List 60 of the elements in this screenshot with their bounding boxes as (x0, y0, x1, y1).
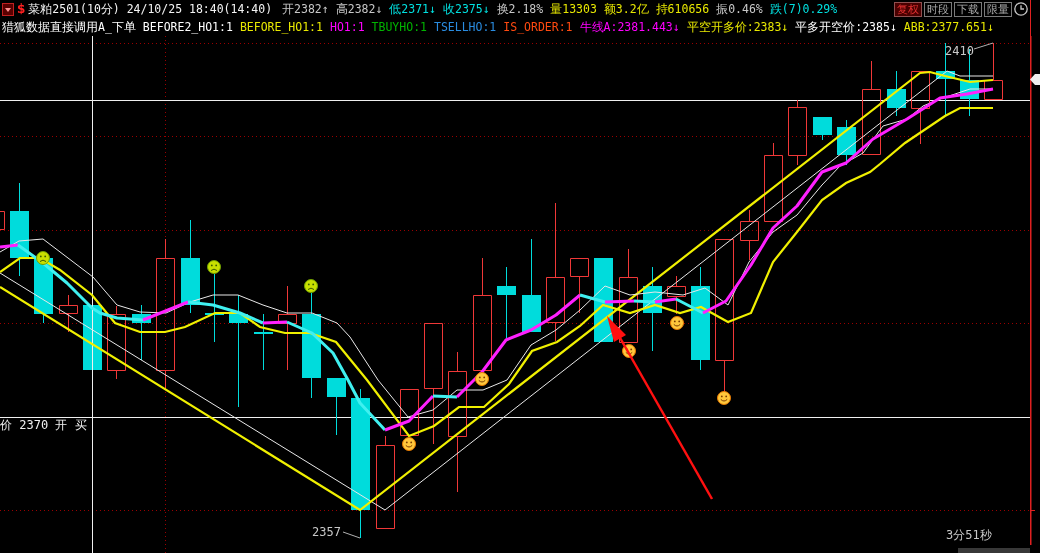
candle (400, 389, 419, 436)
leader-line (973, 42, 994, 50)
price-line-label: 价 2370 开 买 (0, 418, 87, 432)
candle (887, 71, 906, 116)
quote-field: 换2.18% (496, 1, 544, 17)
candle (984, 42, 1003, 100)
candle (667, 275, 686, 315)
indicator-value: BEFORE_HO1:1 (239, 19, 323, 35)
sad-face-icon (304, 279, 318, 293)
toolbar-button[interactable]: 时段 (924, 1, 952, 17)
candle (0, 211, 5, 230)
smiley-face-icon (402, 437, 416, 451)
toolbar-button[interactable]: 复权 (894, 1, 922, 17)
low-price-label: 2357 (312, 525, 341, 539)
dropdown-icon[interactable] (2, 2, 14, 16)
countdown-label: 3分51秒 (946, 528, 992, 542)
quote-field: 收2375↓ (442, 1, 490, 17)
candle (788, 99, 807, 166)
quote-field: 开2382↑ (282, 1, 329, 17)
quote-title: 菜粕2501(10分) 24/10/25 18:40(14:40) (28, 1, 273, 17)
candle (813, 117, 832, 140)
smiley-face-icon (670, 316, 684, 330)
candle (837, 120, 856, 165)
candle (132, 305, 151, 360)
high-price-label: 2410 (945, 44, 974, 58)
indicator-value: TSELLHO:1 (434, 19, 497, 35)
quote-field: 低2371↓ (389, 1, 436, 17)
candle (570, 258, 589, 314)
smiley-face-icon (475, 372, 489, 386)
quote-field: 振0.46% (716, 1, 763, 17)
price-pointer-icon (1030, 74, 1040, 85)
leader-line (342, 531, 361, 539)
candle (254, 314, 273, 370)
indicator-value: ABB:2377.651↓ (903, 19, 994, 35)
quote-field: 高2382↓ (335, 1, 383, 17)
toolbar-button[interactable]: 限量 (984, 1, 1012, 17)
indicator-value: IS_ORDER:1 (503, 19, 573, 35)
indicator-value: 猎狐数据直接调用A_下单 (2, 19, 136, 35)
candle (59, 294, 78, 333)
quote-field: 额3.2亿 (603, 1, 649, 17)
indicator-value: 牛线A:2381.443↓ (579, 19, 680, 35)
sad-face-icon (207, 260, 221, 274)
indicator-value: 平空开多价:2383↓ (686, 19, 789, 35)
indicator-value: BEFORE2_HO1:1 (142, 19, 233, 35)
candle (497, 267, 516, 338)
quote-field: 跌(7)0.29% (769, 1, 838, 17)
sad-face-icon (36, 251, 50, 265)
smiley-face-icon (717, 391, 731, 405)
candle (327, 378, 346, 435)
clock-icon[interactable] (1014, 2, 1028, 16)
indicator-value: TBUYHO:1 (371, 19, 427, 35)
candle (740, 209, 759, 261)
candle (205, 274, 224, 342)
indicator-value: 平多开空价:2385↓ (795, 19, 897, 35)
quote-field: 持610656 (655, 1, 710, 17)
scroll-bar[interactable] (958, 548, 1030, 553)
toolbar-button[interactable]: 下载 (954, 1, 982, 17)
quote-field: 量13303 (550, 1, 597, 17)
indicator-value: HO1:1 (329, 19, 365, 35)
symbol-mark: $ (17, 1, 26, 17)
